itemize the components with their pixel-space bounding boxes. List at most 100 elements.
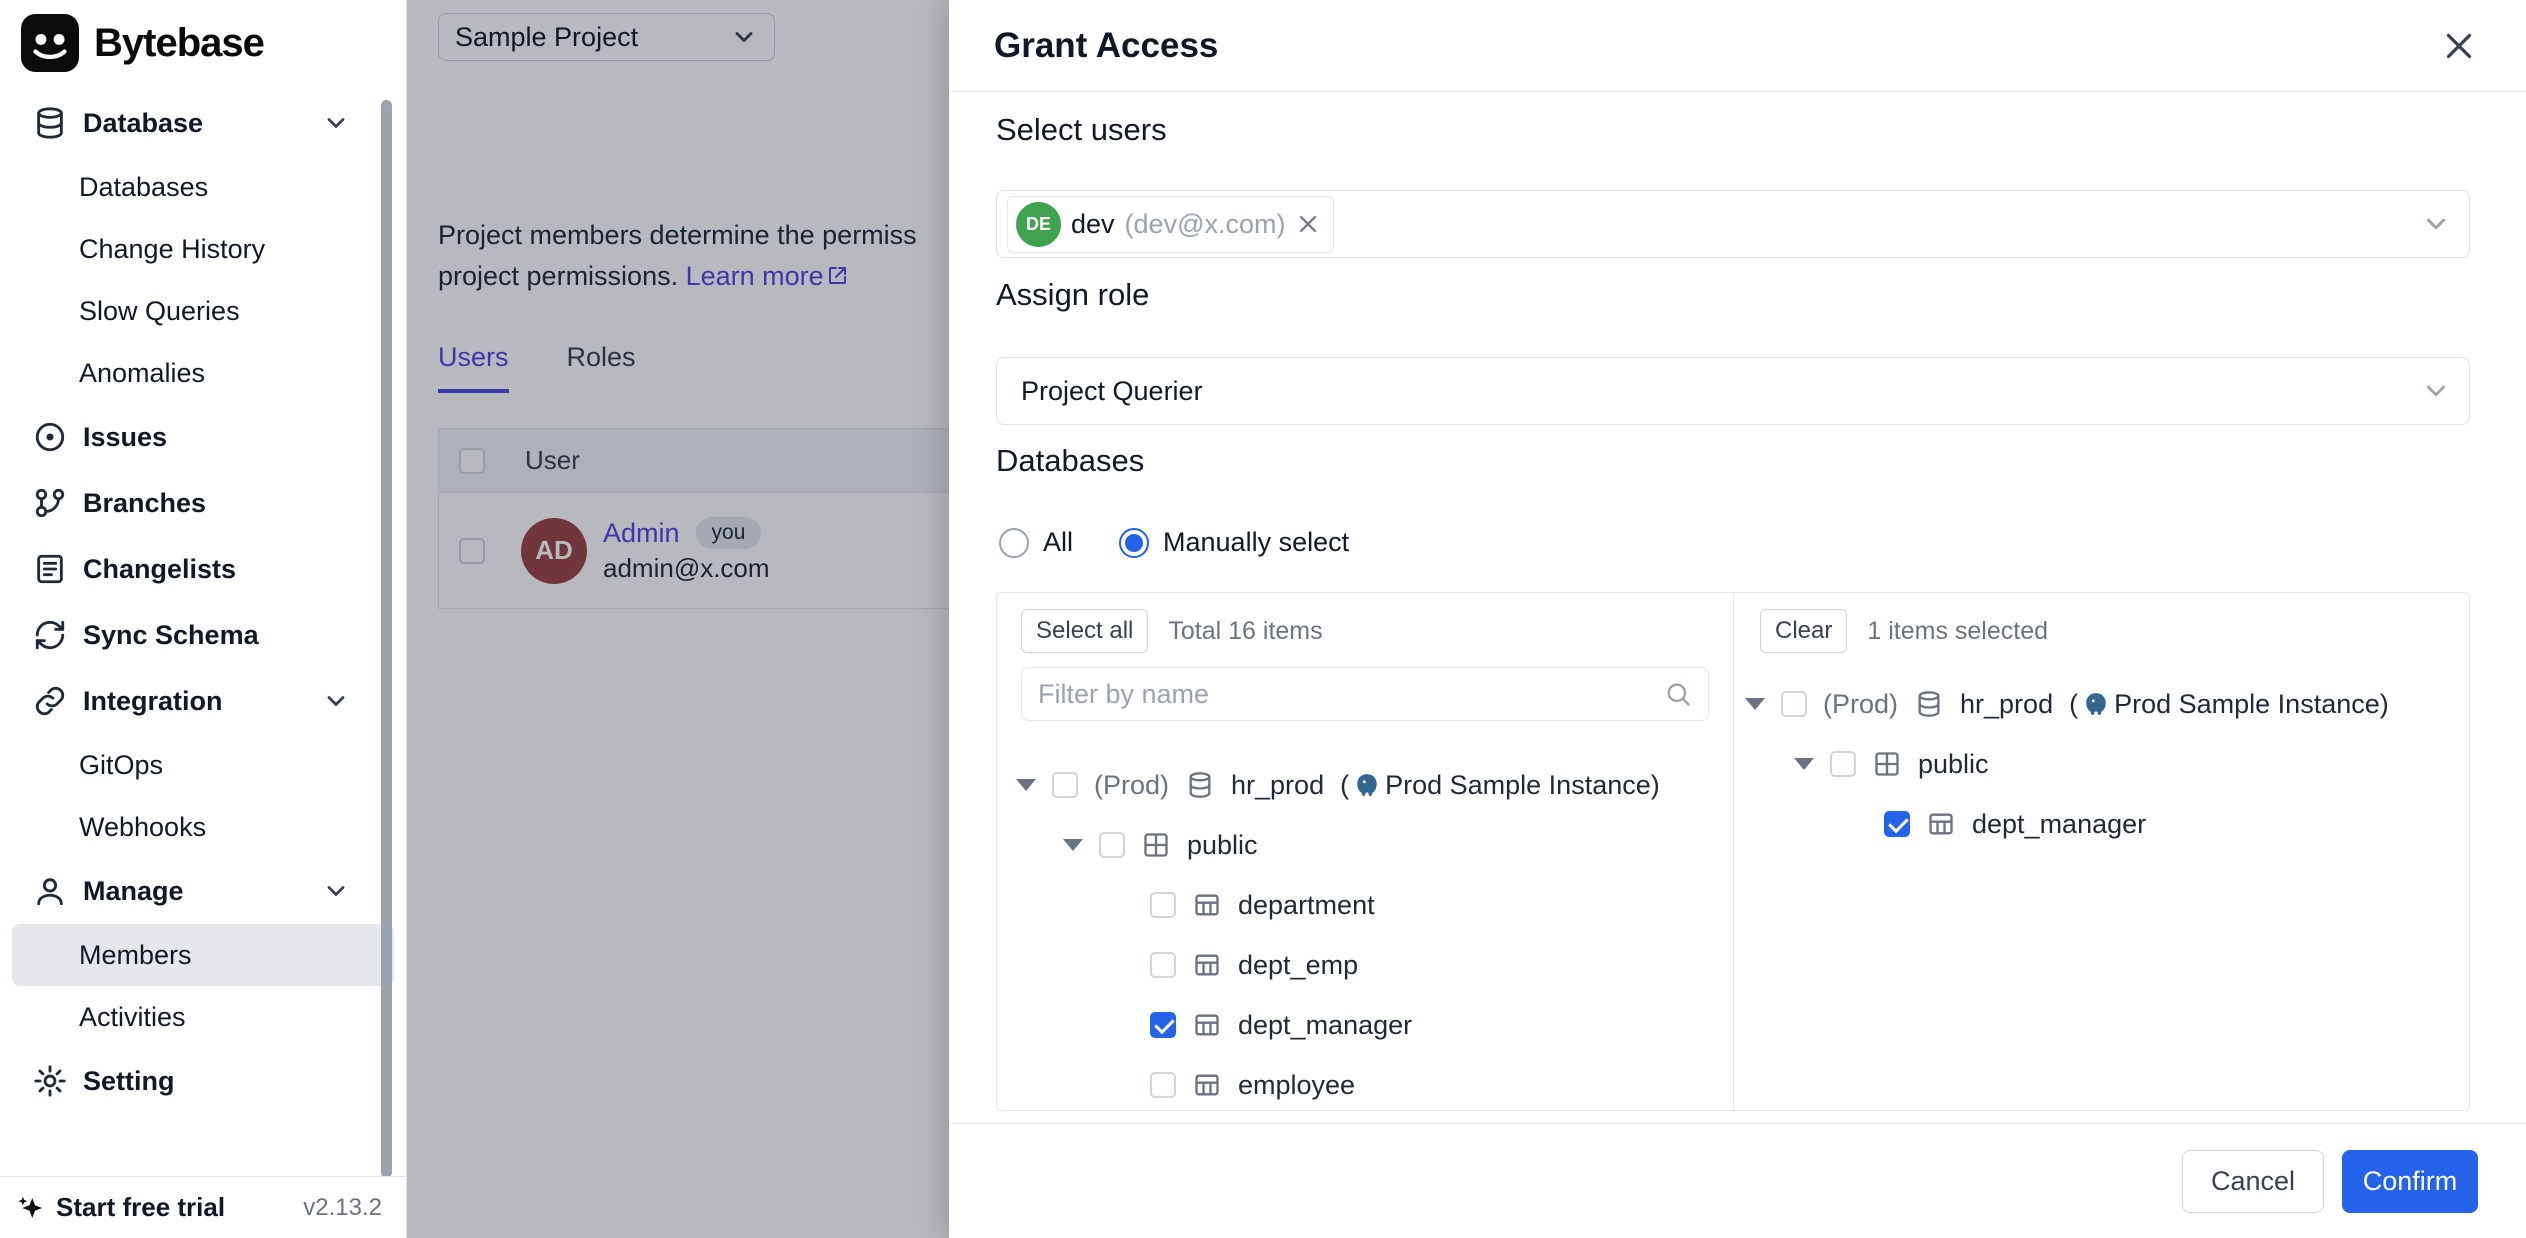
checkbox-checked[interactable] [1150,1012,1176,1038]
checkbox[interactable] [1830,751,1856,777]
sidebar-item-database[interactable]: Database [0,90,406,156]
cancel-button[interactable]: Cancel [2182,1150,2324,1213]
bytebase-logo-icon [21,14,79,72]
sidebar-item-databases[interactable]: Databases [0,156,406,218]
chevron-down-icon [2421,376,2451,406]
tree-row-schema[interactable]: public [1734,734,2469,794]
assign-role-label: Assign role [996,277,1149,313]
node-label: public [1187,830,1258,861]
sidebar-item-slow-queries[interactable]: Slow Queries [0,280,406,342]
modal-title: Grant Access [994,26,1218,66]
remove-user-icon[interactable] [1295,211,1321,237]
sidebar-item-issues[interactable]: Issues [0,404,406,470]
radio-manually-select[interactable]: Manually select [1119,527,1349,558]
modal-header: Grant Access [949,0,2526,92]
filter-input[interactable] [1038,679,1664,710]
sidebar-item-webhooks[interactable]: Webhooks [0,796,406,858]
caret-down-icon[interactable] [1745,698,1765,710]
schema-icon [1141,830,1171,860]
source-pane: Select all Total 16 items (Prod) hr_prod… [997,593,1733,1110]
tree-row-schema[interactable]: public [997,815,1733,875]
node-label: hr_prod [1231,770,1324,801]
select-all-button[interactable]: Select all [1021,609,1148,653]
app-logo[interactable]: Bytebase [0,0,406,84]
sidebar-item-label: Database [83,108,203,139]
sidebar-item-label: Manage [83,876,184,907]
sidebar-item-label: Activities [79,1002,186,1033]
checkbox[interactable] [1052,772,1078,798]
database-icon [32,105,68,141]
sidebar-item-label: Issues [83,422,167,453]
sidebar-item-anomalies[interactable]: Anomalies [0,342,406,404]
sidebar-item-label: Slow Queries [79,296,240,327]
caret-down-icon[interactable] [1016,779,1036,791]
select-users-input[interactable]: DE dev (dev@x.com) [996,190,2470,258]
sidebar-item-gitops[interactable]: GitOps [0,734,406,796]
git-branch-icon [32,485,68,521]
sidebar-item-changelists[interactable]: Changelists [0,536,406,602]
chevron-down-icon [322,109,350,137]
database-icon [1914,689,1944,719]
tree-row-table[interactable]: department [997,875,1733,935]
issues-icon [32,419,68,455]
avatar: DE [1016,202,1061,247]
radio-circle[interactable] [999,528,1029,558]
modal-footer: Cancel Confirm [949,1123,2526,1238]
selected-items-label: 1 items selected [1867,617,2048,646]
node-label: department [1238,890,1375,921]
sparkle-icon [16,1193,46,1223]
node-label: employee [1238,1070,1355,1101]
sidebar-item-sync-schema[interactable]: Sync Schema [0,602,406,668]
start-free-trial-button[interactable]: Start free trial [16,1192,225,1223]
tree-row-table[interactable]: dept_emp [997,935,1733,995]
tree-row-table[interactable]: employee [997,1055,1733,1111]
schema-icon [1872,749,1902,779]
table-icon [1192,890,1222,920]
sidebar-item-change-history[interactable]: Change History [0,218,406,280]
sidebar: Bytebase Database Databases Change Histo… [0,0,407,1238]
env-label: (Prod) [1094,770,1169,801]
sync-icon [32,617,68,653]
sidebar-item-label: Change History [79,234,265,265]
sidebar-nav: Database Databases Change History Slow Q… [0,84,406,1114]
radio-circle[interactable] [1119,528,1149,558]
chevron-down-icon [322,687,350,715]
sidebar-item-manage[interactable]: Manage [0,858,406,924]
sidebar-item-integration[interactable]: Integration [0,668,406,734]
radio-all-label: All [1043,527,1073,558]
checkbox[interactable] [1781,691,1807,717]
confirm-button[interactable]: Confirm [2342,1150,2478,1213]
changelist-icon [32,551,68,587]
app-version: v2.13.2 [303,1194,382,1222]
sidebar-item-label: Members [79,940,192,971]
close-icon[interactable] [2440,27,2478,65]
tree-row-database[interactable]: (Prod) hr_prod (Prod Sample Instance) [997,755,1733,815]
checkbox[interactable] [1099,832,1125,858]
clear-button[interactable]: Clear [1760,609,1847,653]
user-icon [32,873,68,909]
tree-row-table[interactable]: dept_manager [997,995,1733,1055]
sidebar-item-label: Setting [83,1066,175,1097]
tree-row-table[interactable]: dept_manager [1734,794,2469,854]
caret-down-icon[interactable] [1063,839,1083,851]
checkbox[interactable] [1150,892,1176,918]
sidebar-item-branches[interactable]: Branches [0,470,406,536]
table-icon [1192,1010,1222,1040]
role-select[interactable]: Project Querier [996,357,2470,425]
radio-all[interactable]: All [999,527,1073,558]
caret-down-icon[interactable] [1794,758,1814,770]
tree-row-database[interactable]: (Prod) hr_prod (Prod Sample Instance) [1734,674,2469,734]
sidebar-item-activities[interactable]: Activities [0,986,406,1048]
filter-input-wrapper [1021,667,1709,721]
sidebar-item-label: Branches [83,488,206,519]
node-label: hr_prod [1960,689,2053,720]
trial-label: Start free trial [56,1192,225,1223]
checkbox[interactable] [1150,952,1176,978]
checkbox-checked[interactable] [1884,811,1910,837]
sidebar-scrollbar[interactable] [381,100,392,1178]
chevron-down-icon [2421,209,2451,239]
checkbox[interactable] [1150,1072,1176,1098]
sidebar-item-setting[interactable]: Setting [0,1048,406,1114]
sidebar-item-label: Changelists [83,554,236,585]
sidebar-item-members[interactable]: Members [12,924,394,986]
